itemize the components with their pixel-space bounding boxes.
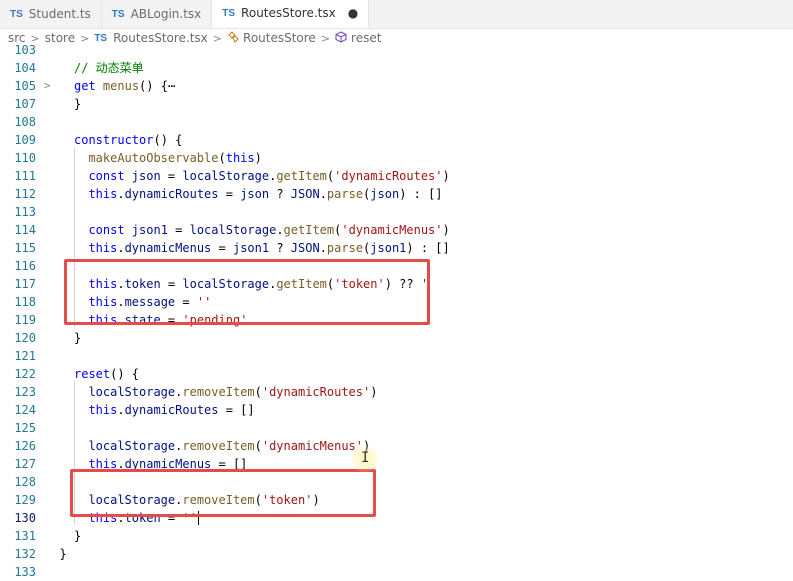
tab-ablogin[interactable]: TS ABLogin.tsx (102, 0, 213, 28)
line-number: 117 (14, 277, 36, 291)
line-number: 133 (14, 565, 36, 579)
typescript-file-icon: TS (222, 7, 236, 19)
line-number: 120 (14, 331, 36, 345)
line-number: 124 (14, 403, 36, 417)
tab-label: ABLogin.tsx (130, 7, 202, 21)
code-line[interactable]: 122 reset() { (0, 365, 793, 383)
line-number: 132 (14, 547, 36, 561)
unsaved-changes-icon[interactable]: ● (348, 6, 358, 20)
code-text: } (74, 331, 82, 345)
line-number: 129 (14, 493, 36, 507)
code-line[interactable]: 126 localStorage.removeItem('dynamicMenus… (0, 437, 793, 455)
line-number: 126 (14, 439, 36, 453)
line-number: 110 (14, 151, 36, 165)
code-line[interactable]: 107} (0, 95, 793, 113)
line-number: 119 (14, 313, 36, 327)
line-number: 105 (14, 79, 36, 93)
code-text: localStorage.removeItem('dynamicRoutes') (88, 385, 378, 399)
code-line[interactable]: 114 const json1 = localStorage.getItem('d… (0, 221, 793, 239)
code-line[interactable]: 124 this.dynamicRoutes = [] (0, 401, 793, 419)
line-number: 114 (14, 223, 36, 237)
line-number: 113 (14, 205, 36, 219)
line-number: 121 (14, 349, 36, 363)
line-number: 127 (14, 457, 36, 471)
code-line[interactable]: 133 (0, 563, 793, 581)
code-line[interactable]: 105 > get menus() {⋯ (0, 77, 793, 95)
line-number: 115 (14, 241, 36, 255)
code-text: this.dynamicMenus = json1 ? JSON.parse(j… (88, 241, 450, 255)
code-line[interactable]: 115 this.dynamicMenus = json1 ? JSON.pars… (0, 239, 793, 257)
line-number: 130 (14, 511, 36, 525)
line-number: 107 (14, 97, 36, 111)
code-text: reset() { (74, 367, 140, 381)
code-text: } (59, 547, 67, 561)
line-number: 104 (14, 61, 36, 75)
fold-chevron-icon[interactable]: > (44, 77, 56, 95)
code-line[interactable]: 120} (0, 329, 793, 347)
tab-routesstore[interactable]: TS RoutesStore.tsx ● (212, 0, 370, 28)
code-text: makeAutoObservable(this) (88, 151, 262, 165)
line-number: 128 (14, 475, 36, 489)
editor-tab-bar: TS Student.ts TS ABLogin.tsx TS RoutesSt… (0, 0, 793, 29)
code-text: get menus() {⋯ (74, 79, 176, 93)
line-number: 111 (14, 169, 36, 183)
code-line[interactable]: 112 this.dynamicRoutes = json ? JSON.pars… (0, 185, 793, 203)
line-number: 112 (14, 187, 36, 201)
code-line[interactable]: 104 // 动态菜单 (0, 59, 793, 77)
line-number: 118 (14, 295, 36, 309)
code-line[interactable]: 103 (0, 41, 793, 59)
text-cursor-icon: I (361, 450, 370, 466)
tab-label: Student.ts (28, 7, 91, 21)
code-editor[interactable]: 103 104 // 动态菜单 105 > get menus() {⋯ 107} 108 10… (0, 43, 793, 579)
annotation-highlight-box (70, 469, 376, 517)
code-text: } (74, 529, 82, 543)
code-line[interactable]: 110 makeAutoObservable(this) (0, 149, 793, 167)
code-line[interactable]: 125 (0, 419, 793, 437)
typescript-file-icon: TS (111, 8, 125, 20)
code-line[interactable]: 109 constructor() { (0, 131, 793, 149)
line-number: 116 (14, 259, 36, 273)
code-line[interactable]: 121 (0, 347, 793, 365)
code-text: } (74, 97, 82, 111)
code-text: // 动态菜单 (74, 61, 144, 75)
code-line[interactable]: 111 const json = localStorage.getItem('dy… (0, 167, 793, 185)
line-number: 108 (14, 115, 36, 129)
line-number: 125 (14, 421, 36, 435)
code-line[interactable]: 123 localStorage.removeItem('dynamicRoute… (0, 383, 793, 401)
code-text: this.dynamicRoutes = json ? JSON.parse(j… (88, 187, 443, 201)
code-text: const json = localStorage.getItem('dynam… (88, 169, 450, 183)
code-line[interactable]: 132} (0, 545, 793, 563)
code-line[interactable]: 108 (0, 113, 793, 131)
code-text: this.dynamicRoutes = [] (88, 403, 255, 417)
code-text: localStorage.removeItem('dynamicMenus') (88, 439, 370, 453)
typescript-file-icon: TS (10, 8, 23, 20)
line-number: 103 (14, 43, 36, 57)
code-text: constructor() { (74, 133, 183, 147)
code-line[interactable]: 131} (0, 527, 793, 545)
code-text: const json1 = localStorage.getItem('dyna… (88, 223, 450, 237)
tab-student[interactable]: TS Student.ts (0, 0, 102, 28)
line-number: 131 (14, 529, 36, 543)
annotation-highlight-box (64, 259, 430, 325)
code-line[interactable]: 113 (0, 203, 793, 221)
line-number: 122 (14, 367, 36, 381)
tab-label: RoutesStore.tsx (241, 6, 336, 20)
line-number: 123 (14, 385, 36, 399)
line-number: 109 (14, 133, 36, 147)
